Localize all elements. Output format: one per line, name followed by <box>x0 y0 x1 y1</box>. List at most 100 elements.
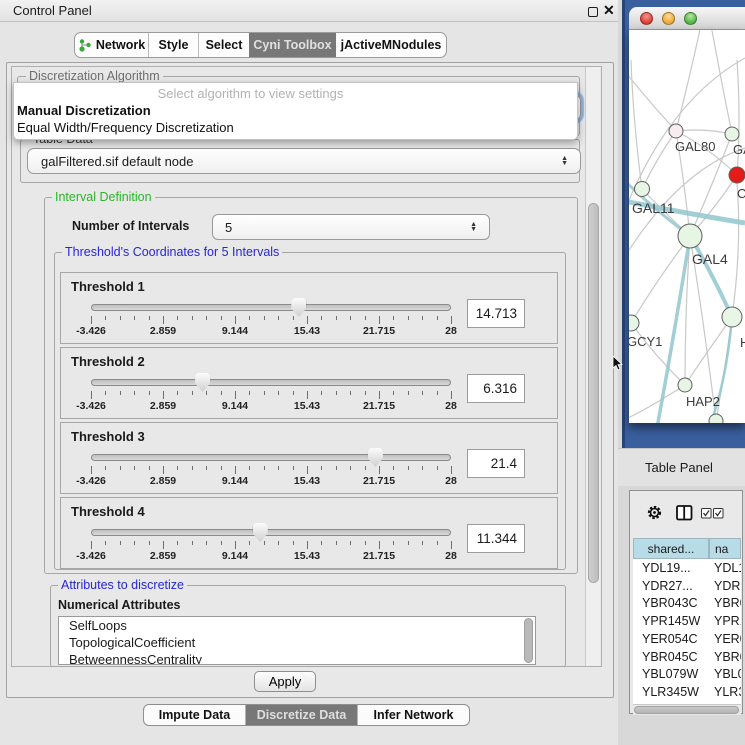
slider-tick <box>249 316 250 320</box>
tab-style[interactable]: Style <box>149 33 199 57</box>
network-node-ga[interactable] <box>725 127 739 141</box>
slider-tick-label: 2.859 <box>135 550 191 562</box>
threshold-value-field[interactable]: 11.344 <box>467 524 525 553</box>
table-row[interactable]: YBL079WYBL0 <box>633 665 741 683</box>
network-edge[interactable] <box>631 323 685 385</box>
network-edge[interactable] <box>631 236 690 323</box>
cell-name: YLR3 <box>714 685 741 699</box>
network-edge[interactable] <box>642 131 676 189</box>
panel-scrollbar[interactable] <box>585 67 600 666</box>
network-node-hap2[interactable] <box>678 378 692 392</box>
table-row[interactable]: YLR345WYLR3 <box>633 683 741 701</box>
attribute-item-betweennesscentrality[interactable]: BetweennessCentrality <box>59 651 535 665</box>
close-traffic-light-icon[interactable] <box>640 12 653 25</box>
network-node-gal11[interactable] <box>635 182 650 197</box>
threshold-slider-track[interactable] <box>91 529 451 536</box>
float-window-icon[interactable] <box>588 7 598 17</box>
slider-tick <box>192 541 193 545</box>
table-column-header-name[interactable]: na <box>709 538 741 559</box>
tab-select[interactable]: Select <box>199 33 249 57</box>
network-edge[interactable] <box>629 385 685 420</box>
slider-tick <box>379 391 380 399</box>
threshold-slider-track[interactable] <box>91 304 451 311</box>
tab-network[interactable]: Network <box>75 33 149 57</box>
threshold-slider-thumb[interactable] <box>195 373 210 392</box>
table-row[interactable]: YDL19...YDL1 <box>633 559 741 577</box>
number-of-intervals-spinner[interactable]: 5 ▲▼ <box>212 214 490 240</box>
attribute-item-selfloops[interactable]: SelfLoops <box>59 617 535 634</box>
network-canvas[interactable]: GAL80GACGAL11GAL4GCY1HHAP2 <box>629 30 745 423</box>
combo-arrows-icon: ▲▼ <box>561 156 568 166</box>
threshold-value-field[interactable]: 21.4 <box>467 449 525 478</box>
network-edge[interactable] <box>631 60 642 189</box>
select-checkboxes-icon[interactable] <box>701 508 725 519</box>
threshold-slider-thumb[interactable] <box>253 523 268 542</box>
network-node-gal4[interactable] <box>678 224 702 248</box>
threshold-slider-thumb[interactable] <box>368 448 383 467</box>
tab-infer-network[interactable]: Infer Network <box>358 705 469 725</box>
threshold-value-field[interactable]: 14.713 <box>467 299 525 328</box>
threshold-label: Threshold 4 <box>71 504 145 519</box>
network-edge[interactable] <box>629 70 676 131</box>
split-columns-icon[interactable] <box>676 505 693 521</box>
popup-option-manual-discretization[interactable]: Manual Discretization <box>14 103 577 120</box>
threshold-slider-thumb[interactable] <box>291 298 306 317</box>
panel-scrollbar-thumb[interactable] <box>588 203 599 583</box>
slider-tick <box>91 391 92 399</box>
table-data-combo[interactable]: galFiltered.sif default node ▲▼ <box>27 148 581 174</box>
tab-label: Network <box>96 38 145 52</box>
list-scrollbar[interactable] <box>524 618 533 663</box>
table-row[interactable]: YBR043CYBR0 <box>633 594 741 612</box>
slider-tick <box>451 316 452 324</box>
slider-tick <box>408 316 409 320</box>
threshold-value-field[interactable]: 6.316 <box>467 374 525 403</box>
network-edge[interactable] <box>711 30 732 134</box>
tab-jactivemnodules[interactable]: jActiveMNodules <box>336 33 446 57</box>
table-row[interactable]: YBR045CYBR0 <box>633 648 741 666</box>
network-edge[interactable] <box>676 130 732 134</box>
minimize-traffic-light-icon[interactable] <box>662 12 675 25</box>
table-row[interactable]: YER054CYER0 <box>633 630 741 648</box>
network-icon <box>78 38 92 52</box>
network-node-gcy1[interactable] <box>629 315 639 331</box>
cell-name: YBR0 <box>714 596 741 610</box>
network-edge[interactable] <box>676 30 701 131</box>
table-column-header-shared-name[interactable]: shared... <box>633 538 709 559</box>
numerical-attributes-list[interactable]: SelfLoopsTopologicalCoefficientBetweenne… <box>58 616 536 665</box>
slider-tick <box>264 391 265 395</box>
thresholds-group-title: Threshold's Coordinates for 5 Intervals <box>62 245 282 259</box>
threshold-label: Threshold 1 <box>71 279 145 294</box>
slider-tick <box>221 541 222 545</box>
popup-option-equal-width-frequency-discretization[interactable]: Equal Width/Frequency Discretization <box>14 120 577 137</box>
slider-tick <box>393 391 394 395</box>
gear-icon[interactable] <box>646 504 663 521</box>
threshold-slider-track[interactable] <box>91 454 451 461</box>
network-node-h[interactable] <box>722 307 742 327</box>
tab-impute-data[interactable]: Impute Data <box>144 705 246 725</box>
cell-shared-name: YDL19... <box>642 561 691 575</box>
slider-tick <box>278 466 279 470</box>
network-node[interactable] <box>709 414 723 423</box>
slider-tick <box>235 466 236 474</box>
table-hscroll-thumb[interactable] <box>634 706 739 714</box>
attribute-item-topologicalcoefficient[interactable]: TopologicalCoefficient <box>59 634 535 651</box>
network-node-label: GAL4 <box>692 251 728 267</box>
zoom-traffic-light-icon[interactable] <box>684 12 697 25</box>
network-node-c[interactable] <box>729 167 745 183</box>
network-edge[interactable] <box>732 183 739 317</box>
tab-cyni-toolbox[interactable]: Cyni Toolbox <box>249 33 336 57</box>
algorithm-popup: Select algorithm to view settings Manual… <box>13 82 578 140</box>
table-row[interactable]: YPR145WYPR1 <box>633 612 741 630</box>
apply-button[interactable]: Apply <box>254 671 316 692</box>
tab-discretize-data[interactable]: Discretize Data <box>246 705 358 725</box>
network-edge[interactable] <box>737 60 739 175</box>
cell-name: YER0 <box>714 632 741 646</box>
table-row[interactable]: YDR27...YDR2 <box>633 577 741 595</box>
close-icon[interactable]: ✕ <box>603 2 615 19</box>
slider-tick-label: -3.426 <box>63 550 119 562</box>
network-node-label: C <box>737 186 745 201</box>
table-horizontal-scrollbar[interactable] <box>633 704 741 715</box>
slider-tick <box>264 466 265 470</box>
threshold-slider-track[interactable] <box>91 379 451 386</box>
network-node-gal80[interactable] <box>669 124 683 138</box>
